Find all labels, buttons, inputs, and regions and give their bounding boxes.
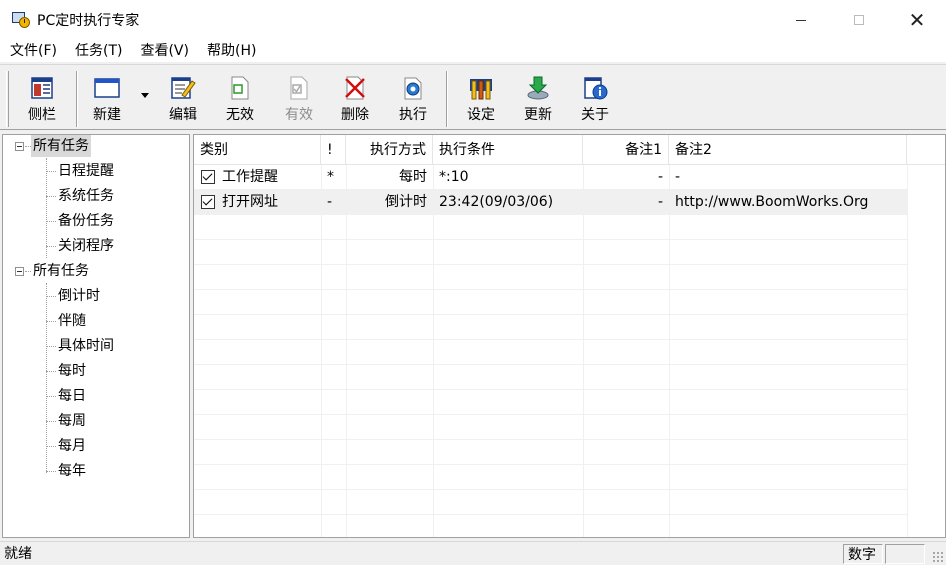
tree-item-backup-task[interactable]: 备份任务 [58, 210, 114, 232]
execute-gear-icon [400, 75, 426, 101]
update-download-icon [525, 75, 551, 101]
close-button[interactable]: ✕ [888, 0, 946, 40]
numlock-indicator: 数字 [843, 544, 883, 564]
table-row[interactable]: 打开网址 - 倒计时 23:42(09/03/06) - http://www.… [194, 190, 907, 215]
window-title: PC定时执行专家 [37, 13, 140, 29]
cell-category: 打开网址 [222, 194, 278, 210]
tree-item-close-program[interactable]: 关闭程序 [58, 235, 114, 257]
edit-button[interactable]: 编辑 [158, 73, 208, 125]
menu-file[interactable]: 文件(F) [0, 40, 65, 62]
new-label: 新建 [93, 107, 121, 123]
cell-note1: - [657, 194, 663, 210]
minimize-icon [796, 19, 806, 21]
delete-label: 删除 [341, 107, 369, 123]
cell-note1: - [657, 169, 663, 185]
menu-view[interactable]: 查看(V) [130, 40, 197, 62]
menu-help[interactable]: 帮助(H) [197, 40, 264, 62]
tree-group-all-tasks-by-type[interactable]: 所有任务 [33, 260, 89, 282]
settings-button[interactable]: 设定 [456, 73, 506, 125]
tree-item-accompany[interactable]: 伴随 [58, 310, 86, 332]
tree-item-specific-time[interactable]: 具体时间 [58, 335, 114, 357]
delete-x-icon [342, 75, 368, 101]
tree-item-schedule-reminder[interactable]: 日程提醒 [58, 160, 114, 182]
status-pane-empty [885, 544, 925, 564]
disable-button[interactable]: 无效 [215, 73, 265, 125]
cell-note2: - [675, 169, 681, 185]
edit-pencil-icon [170, 75, 196, 101]
toolbar-separator [76, 71, 78, 127]
row-enabled-checkbox[interactable] [201, 195, 215, 209]
column-header-priority[interactable]: ! [321, 135, 346, 165]
toolbar-separator [446, 71, 448, 127]
tree-item-system-task[interactable]: 系统任务 [58, 185, 114, 207]
column-header-category[interactable]: 类别 [194, 135, 321, 165]
collapse-toggle-icon[interactable] [15, 142, 24, 151]
row-enabled-checkbox[interactable] [201, 170, 215, 184]
sidebar-icon [29, 75, 55, 101]
status-text: 就绪 [4, 546, 32, 562]
cell-mode: 倒计时 [385, 194, 427, 210]
tree-group-all-tasks[interactable]: 所有任务 [31, 135, 91, 157]
menu-task[interactable]: 任务(T) [65, 40, 130, 62]
enable-icon [286, 75, 312, 101]
maximize-button[interactable] [830, 0, 888, 40]
close-icon: ✕ [908, 8, 926, 32]
column-header-note1[interactable]: 备注1 [583, 135, 669, 165]
task-list[interactable]: 类别 ! 执行方式 执行条件 备注1 备注2 工作提醒 * 每时 *:10 - … [193, 134, 946, 538]
cell-priority: * [327, 169, 334, 185]
cell-mode: 每时 [399, 169, 427, 185]
cell-priority: - [327, 194, 333, 210]
disable-label: 无效 [226, 107, 254, 123]
new-dropdown-arrow-icon[interactable] [141, 93, 149, 98]
tree-connector [46, 283, 47, 473]
title-bar: PC定时执行专家 ✕ [0, 0, 946, 40]
settings-label: 设定 [467, 107, 495, 123]
cell-category: 工作提醒 [222, 169, 278, 185]
table-row[interactable]: 工作提醒 * 每时 *:10 - - [194, 165, 907, 190]
minimize-button[interactable] [772, 0, 830, 40]
tree-connector [46, 158, 47, 258]
cell-note2: http://www.BoomWorks.Org [675, 194, 869, 210]
cell-condition: *:10 [439, 169, 469, 185]
disable-icon [227, 75, 253, 101]
tree-item-monthly[interactable]: 每月 [58, 435, 86, 457]
menu-bar: 文件(F) 任务(T) 查看(V) 帮助(H) [0, 40, 946, 62]
maximize-icon [854, 15, 864, 25]
column-header-note2[interactable]: 备注2 [669, 135, 907, 165]
status-bar: 就绪 数字 [0, 541, 946, 565]
clock-screen-icon[interactable] [12, 12, 30, 28]
toolbar-grip[interactable] [6, 71, 9, 127]
sidebar-label: 侧栏 [28, 107, 56, 123]
about-info-icon [582, 75, 608, 101]
settings-tools-icon [468, 75, 494, 101]
update-label: 更新 [524, 107, 552, 123]
tree-item-hourly[interactable]: 每时 [58, 360, 86, 382]
grid-line [907, 165, 908, 537]
cell-condition: 23:42(09/03/06) [439, 194, 554, 210]
tree-item-weekly[interactable]: 每周 [58, 410, 86, 432]
sidebar-button[interactable]: 侧栏 [17, 73, 67, 125]
tree-item-yearly[interactable]: 每年 [58, 460, 86, 482]
delete-button[interactable]: 删除 [330, 73, 380, 125]
tree-item-countdown[interactable]: 倒计时 [58, 285, 100, 307]
resize-grip-icon[interactable] [932, 551, 944, 563]
about-button[interactable]: 关于 [570, 73, 620, 125]
execute-button[interactable]: 执行 [388, 73, 438, 125]
column-header-condition[interactable]: 执行条件 [433, 135, 583, 165]
update-button[interactable]: 更新 [513, 73, 563, 125]
new-button[interactable]: 新建 [82, 73, 132, 125]
window-controls: ✕ [772, 0, 946, 40]
about-label: 关于 [581, 107, 609, 123]
collapse-toggle-icon[interactable] [15, 267, 24, 276]
list-header: 类别 ! 执行方式 执行条件 备注1 备注2 [194, 135, 945, 165]
enable-button[interactable]: 有效 [274, 73, 324, 125]
execute-label: 执行 [399, 107, 427, 123]
enable-label: 有效 [285, 107, 313, 123]
column-header-mode[interactable]: 执行方式 [346, 135, 433, 165]
new-window-icon [94, 75, 120, 101]
toolbar: 侧栏 新建 编辑 无效 有效 删除 执行 设定 更新 关于 [0, 64, 946, 130]
category-tree[interactable]: 所有任务 日程提醒 系统任务 备份任务 关闭程序 所有任务 倒计时 伴随 具体时… [2, 134, 190, 538]
edit-label: 编辑 [169, 107, 197, 123]
tree-item-daily[interactable]: 每日 [58, 385, 86, 407]
